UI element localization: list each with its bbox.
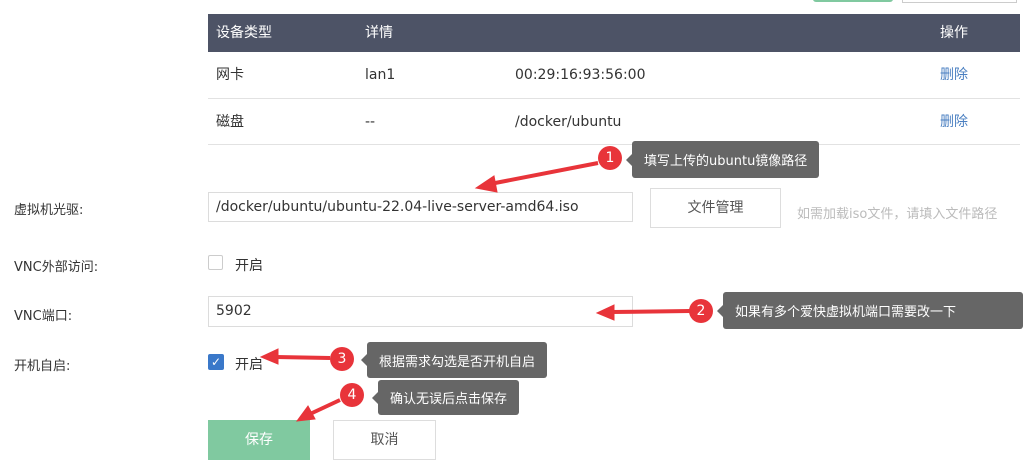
annotation-tooltip: 填写上传的ubuntu镜像路径: [625, 141, 820, 178]
annotation-tooltip: 如果有多个爱快虚拟机端口需要改一下: [717, 292, 1023, 329]
arrow-head-3: [259, 348, 279, 365]
arrow-2: [611, 309, 691, 314]
annotation-tooltip: 根据需求勾选是否开机自启: [360, 342, 548, 378]
annotation-number: 2: [689, 299, 713, 323]
annotation-number: 3: [330, 347, 354, 371]
annotation-number: 4: [340, 383, 364, 407]
arrow-head-4: [295, 405, 316, 422]
arrow-1: [489, 161, 599, 186]
arrow-3: [275, 355, 331, 360]
arrow-head-2: [595, 304, 615, 321]
annotation-number: 1: [598, 146, 622, 170]
annotation-tooltip: 确认无误后点击保存: [371, 380, 520, 415]
arrow-head-1: [474, 175, 498, 193]
arrow-4: [309, 398, 341, 416]
